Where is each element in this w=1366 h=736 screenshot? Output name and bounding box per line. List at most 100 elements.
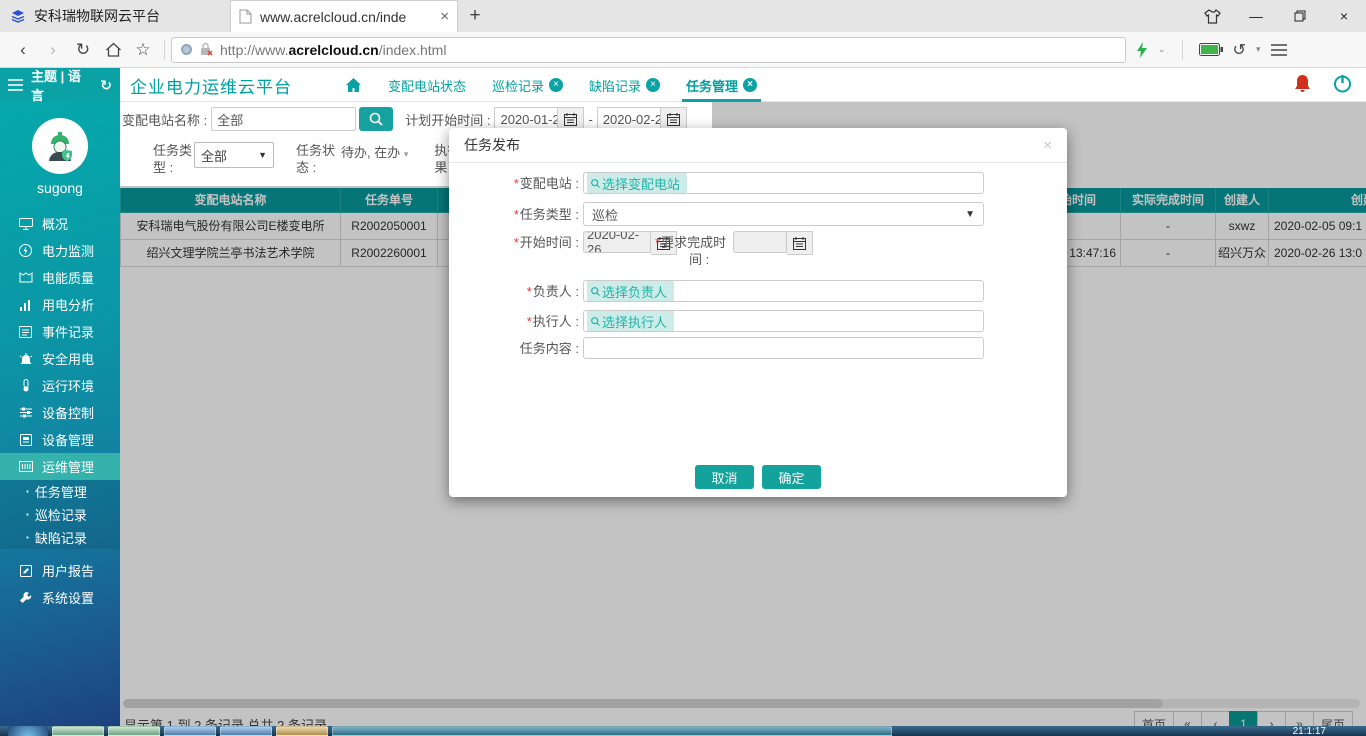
undo-caret-icon[interactable]: ▾ [1256, 44, 1261, 55]
sidebar-item-electricity-analysis[interactable]: 用电分析 [0, 291, 120, 318]
taskbar-app-button[interactable] [108, 726, 160, 736]
forward-button[interactable]: › [38, 36, 68, 64]
device-management-icon [18, 434, 33, 446]
magnifier-icon [591, 287, 600, 296]
select-caret-icon: ▼ [965, 209, 975, 220]
site-logo-icon [10, 8, 26, 24]
executor-chip[interactable]: 选择执行人 [587, 311, 674, 332]
back-button[interactable]: ‹ [8, 36, 38, 64]
tab-defect-records[interactable]: 缺陷记录× [589, 68, 660, 102]
address-bar[interactable]: http://www.acrelcloud.cn/index.html [171, 37, 1126, 63]
theme-language-label[interactable]: 主题 | 语言 [31, 66, 92, 104]
task-type-select[interactable]: 全部▼ [194, 142, 274, 168]
logout-power-icon[interactable] [1333, 74, 1352, 93]
username: sugong [0, 180, 120, 196]
taskbar-app-button[interactable] [276, 726, 328, 736]
tab-task-management[interactable]: 任务管理× [686, 68, 757, 102]
device-control-icon [18, 407, 33, 418]
new-tab-button[interactable]: + [458, 0, 492, 32]
executor-field-input[interactable]: 选择执行人 [583, 310, 984, 332]
start-button[interactable] [8, 726, 48, 736]
sidebar-item-device-management[interactable]: 设备管理 [0, 426, 120, 453]
home-button[interactable] [98, 36, 128, 64]
home-tab-icon[interactable] [345, 77, 362, 93]
undo-icon[interactable]: ↺ [1233, 40, 1246, 60]
task-status-select[interactable]: 待办, 在办 ▾ [341, 142, 408, 161]
start-field-label: *开始时间 : [453, 234, 579, 251]
favorites-star-button[interactable]: ☆ [128, 36, 158, 64]
sidebar-subitem-defect-records[interactable]: ▪缺陷记录 [0, 526, 120, 549]
magnifier-icon [591, 317, 600, 326]
confirm-button[interactable]: 确定 [762, 465, 821, 489]
tab-close-icon[interactable]: × [743, 78, 757, 92]
sidebar-item-user-report[interactable]: 用户报告 [0, 557, 120, 584]
environment-icon [18, 379, 33, 392]
required-finish-input[interactable] [733, 231, 787, 253]
owner-field-input[interactable]: 选择负责人 [583, 280, 984, 302]
content-field-input[interactable] [583, 337, 984, 359]
tab-close-icon[interactable]: × [440, 8, 449, 25]
sidebar-item-event-records[interactable]: 事件记录 [0, 318, 120, 345]
cancel-button[interactable]: 取消 [695, 465, 754, 489]
refresh-button[interactable]: ↻ [68, 36, 98, 64]
analysis-chart-icon [18, 299, 33, 311]
browser-tab-pinned[interactable]: 安科瑞物联网云平台 [0, 0, 230, 32]
windows-taskbar: 21:1:17 [0, 726, 1366, 736]
search-button[interactable] [359, 107, 393, 131]
start-date-input[interactable]: 2020-02-26 [583, 231, 651, 253]
sidebar-item-device-control[interactable]: 设备控制 [0, 399, 120, 426]
content-field-label: 任务内容 : [453, 340, 579, 357]
browser-menu-icon[interactable] [1270, 43, 1288, 57]
app-header: 主题 | 语言 ↻ 企业电力运维云平台 变配电站状态 巡检记录× 缺陷记录× 任… [0, 68, 1366, 102]
pinned-tab-title: 安科瑞物联网云平台 [34, 6, 160, 26]
taskbar-active-window-button[interactable] [332, 726, 892, 736]
modal-close-icon[interactable]: × [1043, 137, 1052, 154]
sidebar-item-safe-electricity[interactable]: 安全用电 [0, 345, 120, 372]
sidebar-item-operating-environment[interactable]: 运行环境 [0, 372, 120, 399]
sidebar-item-system-settings[interactable]: 系统设置 [0, 584, 120, 611]
extension-bolt-icon[interactable] [1136, 42, 1148, 58]
extensions-caret-icon[interactable]: ⌄ [1158, 44, 1166, 55]
tab-close-icon[interactable]: × [549, 78, 563, 92]
url-text: http://www.acrelcloud.cn/index.html [220, 42, 446, 58]
station-field-input[interactable]: 选择变配电站 [583, 172, 984, 194]
power-quality-icon [18, 272, 33, 283]
owner-chip[interactable]: 选择负责人 [587, 281, 674, 302]
user-report-icon [18, 565, 33, 577]
executor-field-label: *执行人 : [453, 313, 579, 330]
browser-tab-active[interactable]: www.acrelcloud.cn/inde × [230, 0, 458, 32]
browser-theme-icon[interactable] [1190, 0, 1234, 32]
station-field-label: *变配电站 : [453, 175, 579, 192]
sidebar-menu-icon[interactable] [8, 79, 23, 91]
magnifier-icon [591, 179, 600, 188]
restore-button[interactable] [1278, 0, 1322, 32]
tab-station-status[interactable]: 变配电站状态 [388, 68, 466, 102]
taskbar-app-button[interactable] [164, 726, 216, 736]
overview-icon [18, 218, 33, 230]
bullet-icon: ▪ [26, 510, 29, 519]
page-icon [239, 9, 252, 24]
sidebar-item-power-monitoring[interactable]: 电力监测 [0, 237, 120, 264]
close-button[interactable]: × [1322, 0, 1366, 32]
type-field-select[interactable]: 巡检▼ [583, 202, 984, 226]
theme-language-block[interactable]: 主题 | 语言 ↻ [0, 68, 120, 102]
sidebar-item-overview[interactable]: 概况 [0, 210, 120, 237]
battery-icon[interactable] [1199, 43, 1223, 56]
calendar-icon[interactable] [787, 231, 813, 255]
sidebar-subitem-inspection-records[interactable]: ▪巡检记录 [0, 503, 120, 526]
taskbar-app-button[interactable] [220, 726, 272, 736]
taskbar-app-button[interactable] [52, 726, 104, 736]
sidebar-subitem-task-management[interactable]: ▪任务管理 [0, 480, 120, 503]
notification-bell-icon[interactable] [1294, 74, 1311, 93]
header-refresh-icon[interactable]: ↻ [100, 77, 112, 94]
station-filter-input[interactable]: 全部 [211, 107, 356, 131]
tab-inspection-records[interactable]: 巡检记录× [492, 68, 563, 102]
station-chip[interactable]: 选择变配电站 [587, 173, 687, 194]
modal-title: 任务发布 [464, 135, 520, 155]
sidebar-item-power-quality[interactable]: 电能质量 [0, 264, 120, 291]
reader-mode-icon[interactable] [181, 44, 192, 55]
minimize-button[interactable]: — [1234, 0, 1278, 32]
sidebar-item-om-management[interactable]: 运维管理 [0, 453, 120, 480]
om-management-icon [18, 461, 33, 472]
tab-close-icon[interactable]: × [646, 78, 660, 92]
